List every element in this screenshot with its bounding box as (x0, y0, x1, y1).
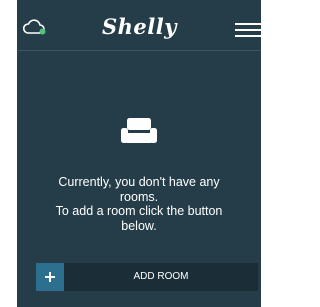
empty-msg-line-2: rooms. (119, 189, 159, 204)
empty-msg-line-3: To add a room click the button (55, 204, 223, 218)
add-room-button[interactable]: ADD ROOM (36, 263, 258, 291)
sofa-icon (121, 118, 157, 143)
add-room-label[interactable]: ADD ROOM (64, 263, 258, 291)
empty-rooms-message: Currently, you don't have any rooms. To … (17, 175, 261, 233)
header-divider (17, 50, 261, 51)
plus-icon[interactable] (36, 263, 64, 291)
empty-msg-line-4: below. (121, 218, 157, 233)
cloud-sync-icon[interactable] (22, 18, 46, 36)
empty-msg-line-1: Currently, you don't have any (58, 175, 220, 189)
shelly-logo: Shelly (102, 14, 177, 39)
hamburger-menu-icon[interactable] (235, 23, 261, 39)
app-header: Shelly (17, 0, 261, 50)
app-screen: Shelly Currently, you don't have any roo… (17, 0, 261, 307)
